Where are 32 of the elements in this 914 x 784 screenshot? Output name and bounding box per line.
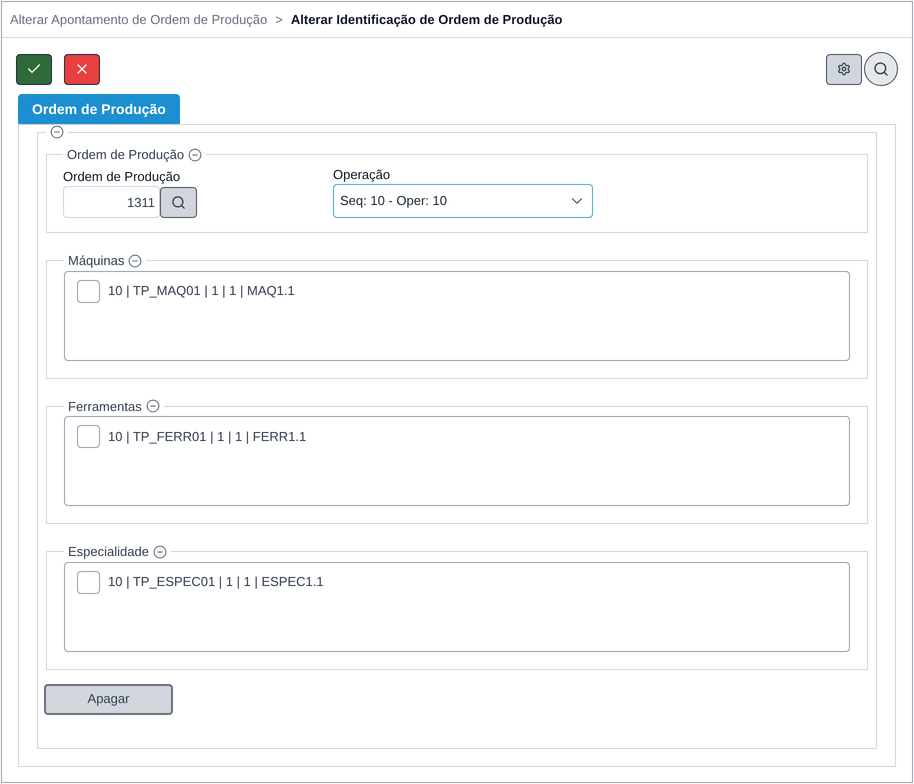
order-input[interactable]: 1311 bbox=[63, 186, 160, 218]
lookup-button[interactable] bbox=[160, 186, 197, 218]
section-title: Especialidade bbox=[68, 543, 149, 561]
tab[interactable]: Ordem de Produção bbox=[18, 94, 180, 124]
collapse-icon[interactable] bbox=[128, 254, 142, 268]
breadcrumb-current: Alterar Identificação de Ordem de Produção bbox=[290, 10, 562, 29]
field-label: Ordem de Produção bbox=[63, 168, 182, 186]
operation-select[interactable]: Seq: 10 - Oper: 10 bbox=[333, 184, 593, 218]
section-title: Ferramentas bbox=[68, 398, 142, 416]
collapse-icon[interactable] bbox=[50, 125, 64, 139]
search-icon bbox=[873, 61, 889, 77]
confirm-button[interactable] bbox=[16, 54, 52, 84]
settings-icon bbox=[837, 62, 851, 76]
list-item-label: 10 | TP_ESPEC01 | 1 | 1 | ESPEC1.1 bbox=[108, 573, 324, 592]
search-icon bbox=[171, 194, 186, 210]
collapse-icon[interactable] bbox=[188, 148, 202, 162]
delete-button[interactable]: Apagar bbox=[44, 684, 173, 714]
collapse-icon[interactable] bbox=[146, 399, 160, 414]
list-item-label: 10 | TP_MAQ01 | 1 | 1 | MAQ1.1 bbox=[108, 282, 295, 300]
section-title: Máquinas bbox=[68, 252, 124, 270]
field-label: Operação bbox=[333, 166, 392, 184]
breadcrumb-separator: > bbox=[275, 10, 283, 29]
checkbox[interactable] bbox=[77, 280, 100, 302]
settings-button[interactable] bbox=[826, 54, 862, 84]
checkbox[interactable] bbox=[77, 425, 100, 448]
breadcrumb-link[interactable]: Alterar Apontamento de Ordem de Produção bbox=[10, 10, 268, 30]
search-button[interactable] bbox=[864, 52, 898, 86]
cancel-button[interactable] bbox=[64, 54, 100, 84]
section-title: Ordem de Produção bbox=[67, 146, 184, 164]
checkbox[interactable] bbox=[77, 570, 100, 594]
collapse-icon[interactable] bbox=[152, 544, 167, 559]
list-item-label: 10 | TP_FERR01 | 1 | 1 | FERR1.1 bbox=[108, 428, 306, 446]
